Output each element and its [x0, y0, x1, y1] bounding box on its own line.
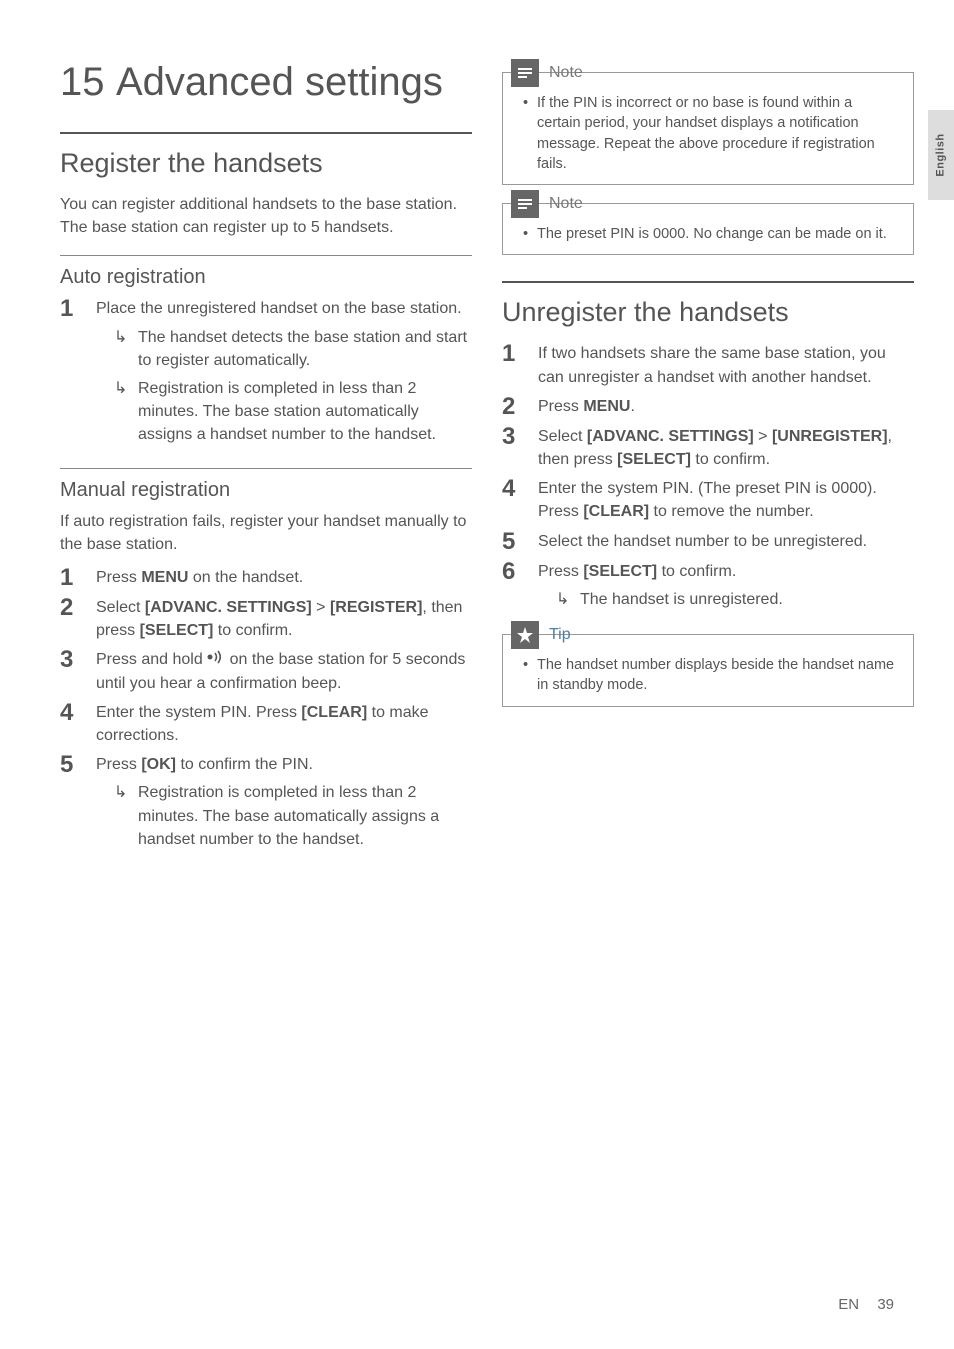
section-heading: Register the handsets: [60, 148, 472, 179]
note-text: If the PIN is incorrect or no base is fo…: [537, 93, 899, 174]
tip-text: The handset number displays beside the h…: [537, 655, 899, 696]
step-number: 5: [502, 530, 538, 554]
result-item: ↳ The handset is unregistered.: [556, 588, 914, 611]
step-item: 5 Select the handset number to be unregi…: [502, 530, 914, 554]
tip-label: Tip: [549, 626, 571, 644]
divider: [60, 468, 472, 469]
step-item: 3 Select [ADVANC. SETTINGS] > [UNREGISTE…: [502, 425, 914, 471]
step-body: Press MENU on the handset.: [96, 566, 472, 590]
step-item: 5 Press [OK] to confirm the PIN. ↳ Regis…: [60, 753, 472, 856]
step-body: If two handsets share the same base stat…: [538, 342, 914, 388]
step-number: 4: [60, 701, 96, 747]
menu-key: MENU: [141, 569, 188, 586]
tip-icon: [511, 621, 539, 649]
chapter-number: 15: [60, 60, 116, 104]
step-number: 1: [60, 297, 96, 451]
step-body: Select [ADVANC. SETTINGS] > [UNREGISTER]…: [538, 425, 914, 471]
step-item: 4 Enter the system PIN. (The preset PIN …: [502, 477, 914, 523]
tip-callout: Tip •The handset number displays beside …: [502, 634, 914, 707]
step-item: 1 Place the unregistered handset on the …: [60, 297, 472, 451]
note-callout: Note •If the PIN is incorrect or no base…: [502, 72, 914, 185]
section-intro: You can register additional handsets to …: [60, 193, 472, 239]
subsection-heading: Auto registration: [60, 266, 472, 289]
result-item: ↳ Registration is completed in less than…: [114, 377, 472, 447]
language-side-tab: English: [928, 110, 954, 200]
step-body: Press MENU.: [538, 395, 914, 419]
language-label: English: [935, 133, 947, 176]
step-number: 2: [60, 596, 96, 642]
result-arrow-icon: ↳: [556, 588, 580, 611]
step-item: 6 Press [SELECT] to confirm. ↳ The hands…: [502, 560, 914, 616]
step-body: Enter the system PIN. Press [CLEAR] to m…: [96, 701, 472, 747]
step-body: Select the handset number to be unregist…: [538, 530, 914, 554]
divider: [60, 132, 472, 134]
chapter-text: Advanced settings: [116, 60, 443, 104]
note-label: Note: [549, 64, 583, 82]
step-item: 4 Enter the system PIN. Press [CLEAR] to…: [60, 701, 472, 747]
step-number: 5: [60, 753, 96, 856]
step-item: 3 Press and hold on the base station for…: [60, 648, 472, 695]
subsection-intro: If auto registration fails, register you…: [60, 510, 472, 556]
page-content: 15Advanced settings Register the handset…: [0, 0, 954, 882]
result-item: ↳ Registration is completed in less than…: [114, 781, 472, 851]
step-number: 6: [502, 560, 538, 616]
result-arrow-icon: ↳: [114, 781, 138, 851]
step-number: 2: [502, 395, 538, 419]
step-number: 3: [60, 648, 96, 695]
note-text: The preset PIN is 0000. No change can be…: [537, 224, 887, 244]
divider: [60, 255, 472, 256]
step-body: Press and hold on the base station for 5…: [96, 648, 472, 695]
step-item: 1 If two handsets share the same base st…: [502, 342, 914, 388]
result-arrow-icon: ↳: [114, 326, 138, 372]
paging-icon: [207, 648, 225, 671]
step-item: 2 Press MENU.: [502, 395, 914, 419]
result-arrow-icon: ↳: [114, 377, 138, 447]
step-number: 3: [502, 425, 538, 471]
footer-page: 39: [877, 1296, 894, 1313]
step-number: 1: [502, 342, 538, 388]
step-body: Place the unregistered handset on the ba…: [96, 297, 472, 451]
left-column: 15Advanced settings Register the handset…: [60, 60, 472, 862]
section-heading: Unregister the handsets: [502, 297, 914, 328]
chapter-title: 15Advanced settings: [60, 60, 472, 104]
note-label: Note: [549, 195, 583, 213]
result-item: ↳ The handset detects the base station a…: [114, 326, 472, 372]
step-body: Press [OK] to confirm the PIN. ↳ Registr…: [96, 753, 472, 856]
step-item: 1 Press MENU on the handset.: [60, 566, 472, 590]
divider: [502, 281, 914, 283]
page-footer: EN 39: [838, 1296, 894, 1313]
step-number: 1: [60, 566, 96, 590]
footer-lang: EN: [838, 1296, 859, 1313]
right-column: Note •If the PIN is incorrect or no base…: [502, 60, 914, 862]
note-icon: [511, 59, 539, 87]
step-body: Press [SELECT] to confirm. ↳ The handset…: [538, 560, 914, 616]
note-icon: [511, 190, 539, 218]
step-item: 2 Select [ADVANC. SETTINGS] > [REGISTER]…: [60, 596, 472, 642]
step-number: 4: [502, 477, 538, 523]
step-body: Enter the system PIN. (The preset PIN is…: [538, 477, 914, 523]
subsection-heading: Manual registration: [60, 479, 472, 502]
note-callout: Note •The preset PIN is 0000. No change …: [502, 203, 914, 255]
step-body: Select [ADVANC. SETTINGS] > [REGISTER], …: [96, 596, 472, 642]
